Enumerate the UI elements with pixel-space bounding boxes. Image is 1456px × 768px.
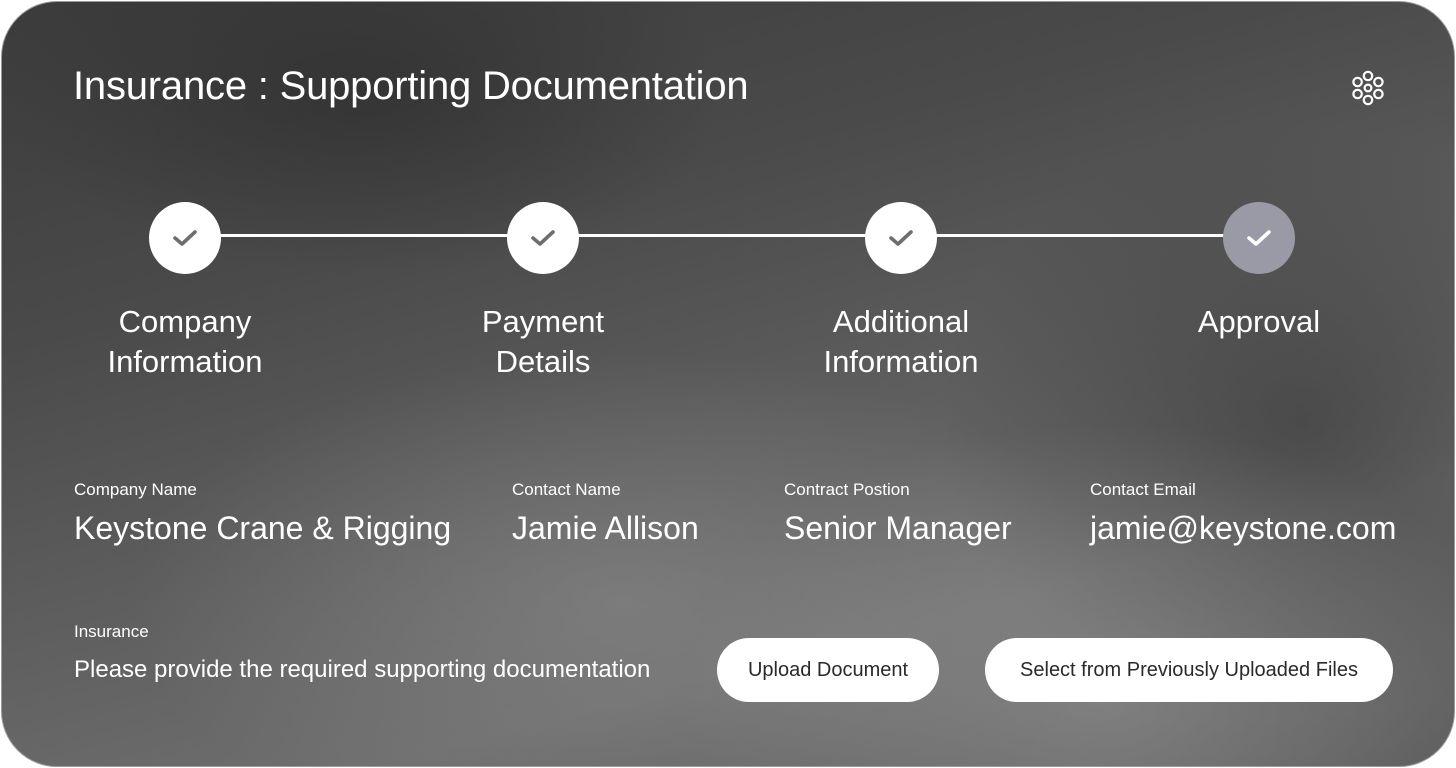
check-icon xyxy=(531,230,555,246)
check-icon xyxy=(1247,230,1271,246)
insurance-label: Insurance xyxy=(74,622,149,641)
step-3-circle[interactable] xyxy=(865,202,937,274)
page-title: Insurance : Supporting Documentation xyxy=(73,64,749,108)
select-previous-files-button[interactable]: Select from Previously Uploaded Files xyxy=(985,638,1393,702)
company-name-label: Company Name xyxy=(74,480,197,499)
contract-position-value: Senior Manager xyxy=(784,510,1012,546)
check-icon xyxy=(173,230,197,246)
insurance-prompt: Please provide the required supporting d… xyxy=(74,656,651,683)
insurance-card: Insurance : Supporting Documentation Com… xyxy=(1,1,1455,767)
company-name-value: Keystone Crane & Rigging xyxy=(74,510,452,546)
step-1-label: Company Information xyxy=(107,304,263,379)
contact-email-value: jamie@keystone.com xyxy=(1090,510,1397,546)
contact-email-label: Contact Email xyxy=(1090,480,1196,499)
asterisk-flower-icon xyxy=(1352,70,1384,106)
upload-document-button[interactable]: Upload Document xyxy=(717,638,939,702)
check-icon xyxy=(889,230,913,246)
step-2-circle[interactable] xyxy=(507,202,579,274)
step-4-label: Approval xyxy=(1197,304,1321,339)
stepper-connector-line xyxy=(186,234,1260,237)
step-3-label: Additional Information xyxy=(823,304,979,379)
step-2-label: Payment Details xyxy=(481,304,605,379)
step-4-circle[interactable] xyxy=(1223,202,1295,274)
step-1-circle[interactable] xyxy=(149,202,221,274)
contact-name-value: Jamie Allison xyxy=(512,510,699,546)
contact-name-label: Contact Name xyxy=(512,480,621,499)
contract-position-label: Contract Postion xyxy=(784,480,910,499)
